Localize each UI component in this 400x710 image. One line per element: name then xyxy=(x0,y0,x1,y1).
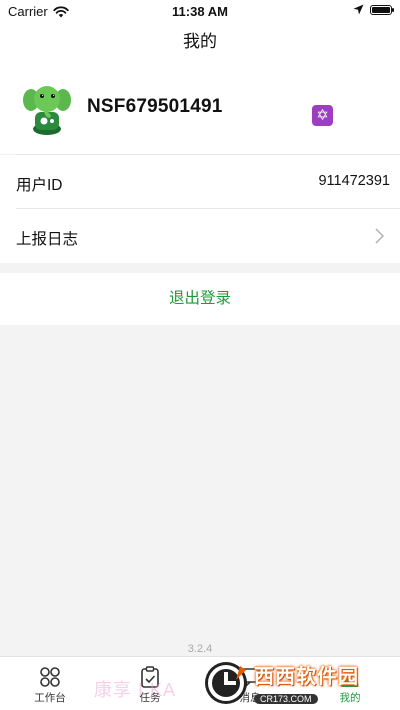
tab-tasks[interactable]: 任务 xyxy=(100,657,200,710)
nav-bar: 我的 xyxy=(0,22,400,62)
status-time: 11:38 AM xyxy=(172,4,228,19)
tab-profile[interactable]: 我的 xyxy=(300,657,400,710)
divider xyxy=(16,208,400,209)
user-id-value: 911472391 xyxy=(318,173,390,189)
profile-header: NSF679501491 ✡ xyxy=(0,62,400,154)
user-id-row: 用户ID 911472391 xyxy=(0,154,400,209)
profile-icon xyxy=(341,668,359,687)
battery-icon xyxy=(370,4,394,15)
message-icon xyxy=(240,668,260,688)
grid-icon xyxy=(40,667,60,687)
status-bar: Carrier 11:38 AM xyxy=(0,0,400,22)
star-of-david-badge-icon: ✡ xyxy=(312,105,333,126)
location-arrow-icon xyxy=(353,4,364,15)
avatar[interactable] xyxy=(22,82,72,136)
tab-profile-label: 我的 xyxy=(339,692,361,704)
tab-tasks-label: 任务 xyxy=(139,692,161,704)
divider xyxy=(16,154,400,155)
tab-messages[interactable]: 消息 xyxy=(200,657,300,710)
tab-workbench[interactable]: 工作台 xyxy=(0,657,100,710)
tab-workbench-label: 工作台 xyxy=(34,692,66,704)
user-id-label: 用户ID xyxy=(16,177,63,194)
chevron-right-icon xyxy=(375,228,384,244)
report-log-row[interactable]: 上报日志 xyxy=(0,208,400,263)
logout-button[interactable]: 退出登录 xyxy=(0,273,400,325)
app-version: 3.2.4 xyxy=(187,643,213,655)
tab-bar: 工作台 任务 消息 我的 xyxy=(0,656,400,710)
page-title: 我的 xyxy=(183,32,217,51)
clipboard-check-icon xyxy=(141,666,159,688)
username: NSF679501491 xyxy=(87,96,223,117)
tab-messages-label: 消息 xyxy=(239,692,261,704)
report-log-label: 上报日志 xyxy=(16,231,79,248)
status-right xyxy=(353,4,394,15)
